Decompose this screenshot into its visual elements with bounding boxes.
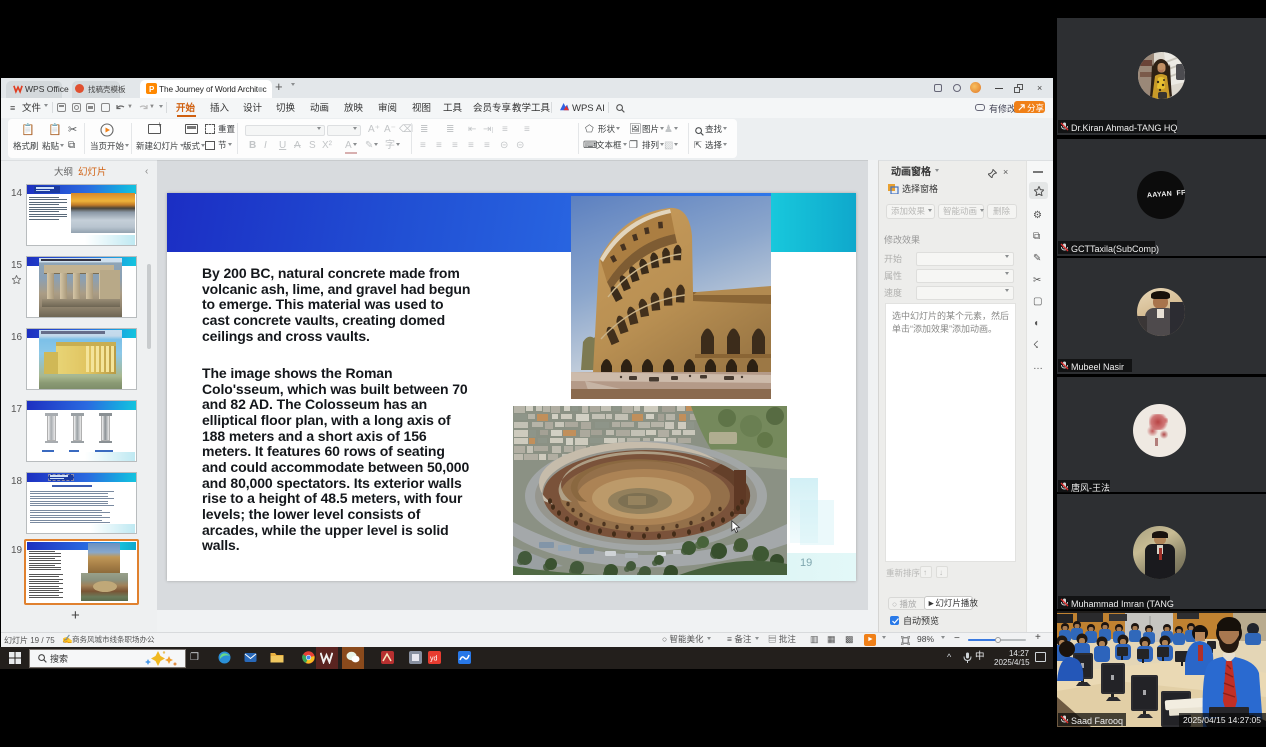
svg-text:yd: yd (430, 656, 438, 663)
